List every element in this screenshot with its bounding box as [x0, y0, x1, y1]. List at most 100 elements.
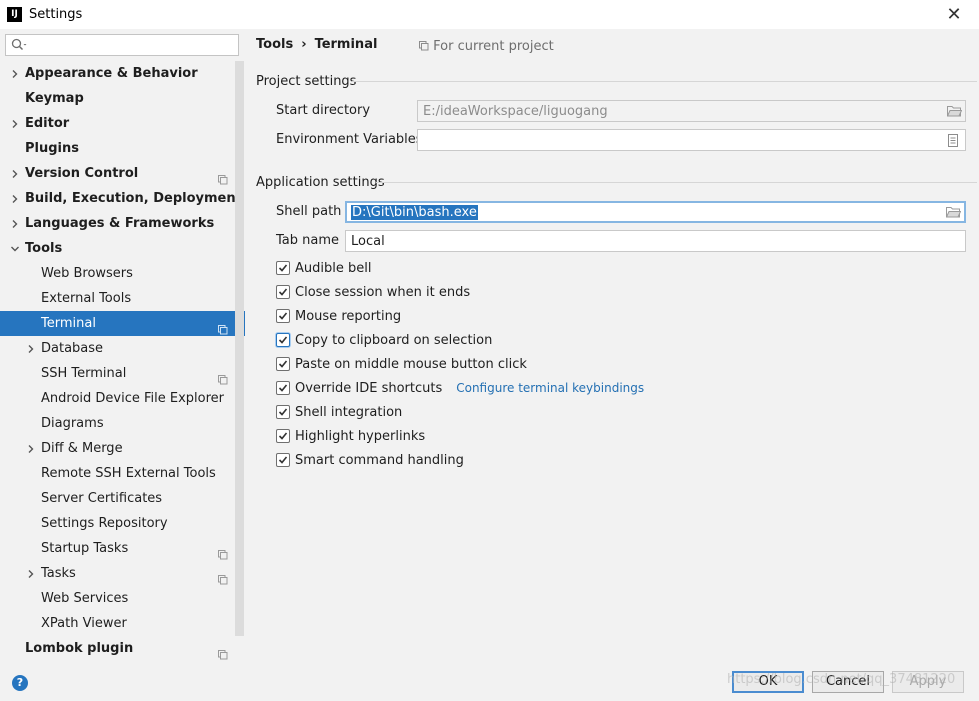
sidebar-item-label: Tools	[25, 241, 63, 256]
checkmark-icon	[278, 288, 288, 296]
chevron-right-icon[interactable]	[9, 61, 21, 86]
configure-keybindings-link[interactable]: Configure terminal keybindings	[456, 381, 644, 395]
sidebar-item-remote-ssh-external-tools[interactable]: Remote SSH External Tools	[0, 461, 245, 486]
sidebar-item-plugins[interactable]: Plugins	[0, 136, 245, 161]
intellij-logo-icon: IJ	[7, 7, 22, 22]
sidebar-item-languages-frameworks[interactable]: Languages & Frameworks	[0, 211, 245, 236]
sidebar-item-ssh-terminal[interactable]: SSH Terminal	[0, 361, 245, 386]
sidebar-item-label: Terminal	[41, 316, 96, 331]
chevron-right-icon[interactable]	[9, 111, 21, 136]
start-directory-field[interactable]	[417, 100, 966, 122]
sidebar-item-diagrams[interactable]: Diagrams	[0, 411, 245, 436]
title-bar: IJ Settings ✕	[0, 0, 979, 29]
sidebar-item-keymap[interactable]: Keymap	[0, 86, 245, 111]
checkmark-icon	[278, 408, 288, 416]
checkbox-row-close-session-when-it-ends[interactable]: Close session when it ends	[276, 282, 470, 302]
application-settings-title: Application settings	[256, 175, 385, 190]
sidebar-item-lombok-plugin[interactable]: Lombok plugin	[0, 636, 245, 661]
chevron-right-icon[interactable]	[9, 211, 21, 236]
checkbox-label: Override IDE shortcuts	[295, 380, 443, 396]
project-settings-divider	[352, 81, 977, 82]
checkbox[interactable]	[276, 381, 290, 395]
sidebar-item-external-tools[interactable]: External Tools	[0, 286, 245, 311]
help-button[interactable]: ?	[12, 675, 28, 691]
checkbox-row-shell-integration[interactable]: Shell integration	[276, 402, 402, 422]
window-title: Settings	[29, 7, 83, 22]
sidebar-scrollbar[interactable]	[235, 61, 244, 636]
folder-browse-icon[interactable]	[943, 101, 965, 121]
checkbox-row-override-ide-shortcuts[interactable]: Override IDE shortcuts Configure terminal…	[276, 378, 644, 398]
sidebar-item-label: Lombok plugin	[25, 641, 134, 656]
checkbox-row-copy-to-clipboard-on-selection[interactable]: Copy to clipboard on selection	[276, 330, 492, 350]
breadcrumb-current: Terminal	[314, 37, 378, 52]
search-icon	[6, 35, 30, 55]
close-button[interactable]: ✕	[943, 4, 965, 26]
start-directory-input[interactable]	[418, 101, 943, 121]
settings-content: Tools › Terminal For current project Proje…	[245, 29, 979, 661]
checkbox[interactable]	[276, 357, 290, 371]
sidebar-item-web-services[interactable]: Web Services	[0, 586, 245, 611]
sidebar-item-terminal[interactable]: Terminal	[0, 311, 245, 336]
sidebar-item-tasks[interactable]: Tasks	[0, 561, 245, 586]
checkbox-row-smart-command-handling[interactable]: Smart command handling	[276, 450, 464, 470]
checkbox[interactable]	[276, 333, 290, 347]
sidebar-item-label: Web Services	[41, 591, 129, 606]
checkbox-label: Mouse reporting	[295, 308, 402, 324]
project-scope-icon	[218, 544, 228, 560]
checkbox-row-mouse-reporting[interactable]: Mouse reporting	[276, 306, 401, 326]
env-vars-input[interactable]	[418, 130, 943, 150]
tab-name-field[interactable]	[345, 230, 966, 252]
breadcrumb-parent[interactable]: Tools	[256, 37, 293, 52]
sidebar-item-database[interactable]: Database	[0, 336, 245, 361]
sidebar-item-label: Appearance & Behavior	[25, 66, 198, 81]
checkbox[interactable]	[276, 453, 290, 467]
settings-search-input[interactable]	[30, 36, 238, 54]
project-scope-icon	[218, 569, 228, 585]
chevron-right-icon[interactable]	[25, 436, 37, 461]
sidebar-item-startup-tasks[interactable]: Startup Tasks	[0, 536, 245, 561]
checkbox[interactable]	[276, 405, 290, 419]
chevron-right-icon[interactable]	[9, 186, 21, 211]
ok-button[interactable]: OK	[732, 671, 804, 693]
sidebar-item-web-browsers[interactable]: Web Browsers	[0, 261, 245, 286]
checkbox-row-paste-on-middle-mouse-button-click[interactable]: Paste on middle mouse button click	[276, 354, 527, 374]
shell-folder-browse-icon[interactable]	[942, 202, 964, 222]
checkbox[interactable]	[276, 285, 290, 299]
sidebar-item-server-certificates[interactable]: Server Certificates	[0, 486, 245, 511]
sidebar-item-editor[interactable]: Editor	[0, 111, 245, 136]
sidebar-item-diff-merge[interactable]: Diff & Merge	[0, 436, 245, 461]
sidebar-item-version-control[interactable]: Version Control	[0, 161, 245, 186]
sidebar-item-label: Diagrams	[41, 416, 104, 431]
edit-list-icon[interactable]	[943, 130, 965, 150]
cancel-button[interactable]: Cancel	[812, 671, 884, 693]
checkbox-row-audible-bell[interactable]: Audible bell	[276, 258, 371, 278]
tab-name-input[interactable]	[346, 231, 965, 251]
sidebar-item-label: Editor	[25, 116, 70, 131]
chevron-right-icon[interactable]	[25, 561, 37, 586]
apply-button[interactable]: Apply	[892, 671, 964, 693]
checkbox-row-highlight-hyperlinks[interactable]: Highlight hyperlinks	[276, 426, 425, 446]
shell-path-input[interactable]: D:\Git\bin\bash.exe	[347, 204, 942, 220]
sidebar-item-settings-repository[interactable]: Settings Repository	[0, 511, 245, 536]
env-vars-field[interactable]	[417, 129, 966, 151]
checkbox[interactable]	[276, 309, 290, 323]
checkbox[interactable]	[276, 261, 290, 275]
close-icon: ✕	[946, 4, 962, 25]
sidebar-item-build-execution-deployment[interactable]: Build, Execution, Deployment	[0, 186, 245, 211]
shell-path-field[interactable]: D:\Git\bin\bash.exe	[345, 201, 966, 223]
checkbox-label: Shell integration	[295, 404, 403, 420]
sidebar-item-xpath-viewer[interactable]: XPath Viewer	[0, 611, 245, 636]
sidebar-item-tools[interactable]: Tools	[0, 236, 245, 261]
sidebar-item-label: Keymap	[25, 91, 84, 106]
project-scope-icon	[218, 369, 228, 385]
sidebar-item-android-device-file-explorer[interactable]: Android Device File Explorer	[0, 386, 245, 411]
sidebar-item-label: Version Control	[25, 166, 139, 181]
checkmark-icon	[278, 360, 288, 368]
checkbox[interactable]	[276, 429, 290, 443]
chevron-right-icon[interactable]	[9, 161, 21, 186]
chevron-right-icon[interactable]	[25, 336, 37, 361]
sidebar-item-label: Web Browsers	[41, 266, 133, 281]
chevron-down-icon[interactable]	[9, 236, 21, 261]
settings-search-box[interactable]	[5, 34, 239, 56]
sidebar-item-appearance-behavior[interactable]: Appearance & Behavior	[0, 61, 245, 86]
